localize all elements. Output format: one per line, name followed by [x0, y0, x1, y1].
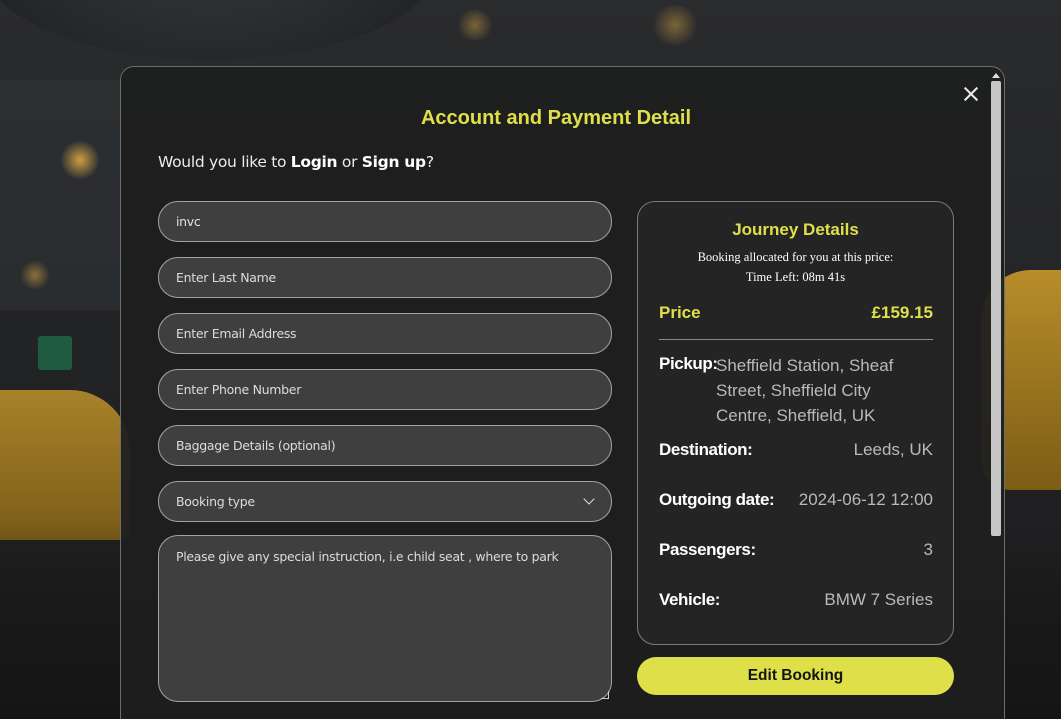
resize-handle-icon[interactable] [601, 691, 609, 699]
scroll-thumb[interactable] [991, 81, 1001, 536]
phone-field[interactable]: Enter Phone Number [158, 369, 612, 410]
modal-title: Account and Payment Detail [420, 107, 692, 129]
allocated-note: Booking allocated for you at this price: [697, 250, 894, 264]
passengers-label: Passengers: [659, 540, 756, 559]
chevron-down-icon [583, 493, 595, 505]
signup-link[interactable]: Sign up [362, 153, 426, 171]
close-icon[interactable] [959, 82, 983, 106]
booking-type-select[interactable]: Booking type [158, 481, 612, 522]
scroll-up-arrow-icon[interactable] [992, 73, 1000, 78]
baggage-field[interactable]: Baggage Details (optional) [158, 425, 612, 466]
journey-details-card: Journey Details Booking allocated for yo… [637, 201, 954, 645]
auth-question: Would you like to Login or Sign up? [158, 153, 434, 171]
instructions-placeholder: Please give any special instruction, i.e… [176, 549, 559, 564]
taxi-left [0, 390, 130, 540]
passengers-value: 3 [923, 540, 933, 559]
instructions-textarea[interactable]: Please give any special instruction, i.e… [158, 535, 612, 702]
booking-type-value: Booking type [176, 494, 255, 509]
outgoing-date-label: Outgoing date: [659, 490, 775, 509]
pickup-value: Sheffield Station, Sheaf Street, Sheffie… [716, 356, 894, 425]
outgoing-date-value: 2024-06-12 12:00 [798, 490, 933, 509]
pickup-label: Pickup: [659, 354, 718, 373]
journey-title: Journey Details [732, 220, 859, 239]
umbrella-shape [0, 0, 440, 60]
last-name-field[interactable]: Enter Last Name [158, 257, 612, 298]
first-name-field[interactable]: invc [158, 201, 612, 242]
street-sign [38, 336, 72, 370]
edit-booking-button[interactable]: Edit Booking [637, 657, 954, 695]
login-link[interactable]: Login [291, 153, 338, 171]
destination-label: Destination: [659, 440, 753, 459]
email-field[interactable]: Enter Email Address [158, 313, 612, 354]
divider [659, 339, 933, 340]
time-left: Time Left: 08m 41s [745, 270, 846, 284]
vehicle-label: Vehicle: [659, 590, 721, 609]
price-value: £159.15 [871, 303, 933, 322]
destination-value: Leeds, UK [853, 440, 933, 459]
vehicle-value: BMW 7 Series [824, 590, 933, 609]
modal-scrollbar[interactable] [990, 73, 1002, 543]
account-payment-modal: Account and Payment Detail Would you lik… [120, 66, 1005, 719]
price-label: Price [659, 303, 701, 322]
